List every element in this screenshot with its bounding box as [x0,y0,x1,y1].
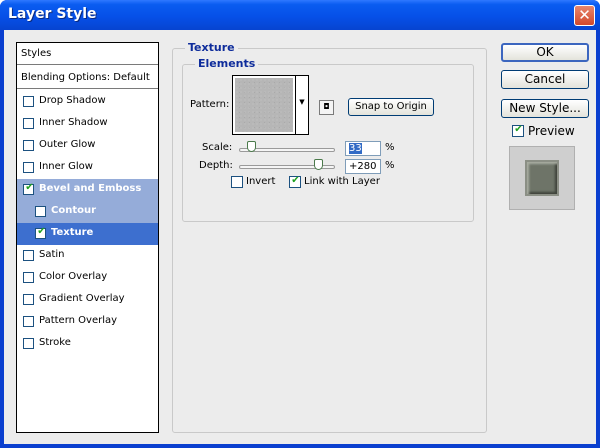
close-icon: ✕ [578,6,591,24]
scale-label: Scale: [202,142,233,153]
dialog-body: Styles Blending Options: Default Drop Sh… [4,30,596,444]
new-style-button[interactable]: New Style... [501,99,589,118]
style-item-bevel-and-emboss[interactable]: ✔ Bevel and Emboss [17,179,158,201]
new-preset-button[interactable]: ◘ [319,100,334,115]
blending-options-item[interactable]: Blending Options: Default [17,67,158,89]
elements-group-title: Elements [195,57,259,70]
stroke-checkbox[interactable] [23,338,34,349]
scale-unit: % [385,142,395,153]
contour-checkbox[interactable] [35,206,46,217]
styles-list: Styles Blending Options: Default Drop Sh… [16,42,159,433]
style-item-stroke[interactable]: Stroke [17,333,158,355]
outer-glow-checkbox[interactable] [23,140,34,151]
drop-shadow-checkbox[interactable] [23,96,34,107]
pattern-preview [235,78,293,132]
style-item-label: Satin [39,249,65,260]
link-with-layer-label: Link with Layer [304,176,380,187]
link-with-layer-checkbox[interactable]: ✔ [289,175,301,188]
depth-slider-thumb[interactable] [314,159,323,170]
pattern-label: Pattern: [190,99,230,110]
bevel-and-emboss-checkbox[interactable]: ✔ [23,182,34,195]
style-item-texture[interactable]: ✔ Texture [17,223,158,245]
preview-checkbox[interactable]: ✔ [512,124,524,137]
close-button[interactable]: ✕ [574,5,595,26]
styles-header[interactable]: Styles [17,43,158,65]
checkmark-icon: ✔ [514,124,523,135]
style-item-color-overlay[interactable]: Color Overlay [17,267,158,289]
checkmark-icon: ✔ [25,182,34,193]
checkmark-icon: ✔ [37,226,46,237]
style-item-label: Outer Glow [39,139,96,150]
triangle-down-icon: ▼ [299,98,305,106]
depth-label: Depth: [199,160,233,171]
style-item-outer-glow[interactable]: Outer Glow [17,135,158,157]
preview-label: Preview [528,124,575,138]
inner-shadow-checkbox[interactable] [23,118,34,129]
checkmark-icon: ✔ [291,175,300,186]
window-title: Layer Style [8,6,97,22]
scale-slider-thumb[interactable] [247,141,256,152]
style-item-label: Texture [51,227,94,238]
texture-checkbox[interactable]: ✔ [35,226,46,239]
depth-input[interactable]: +280 [345,159,381,174]
color-overlay-checkbox[interactable] [23,272,34,283]
style-item-satin[interactable]: Satin [17,245,158,267]
style-item-label: Color Overlay [39,271,108,282]
texture-group-title: Texture [185,41,238,54]
scale-value: 33 [349,143,362,154]
style-preview [509,146,575,210]
invert-checkbox[interactable] [231,176,243,188]
style-item-gradient-overlay[interactable]: Gradient Overlay [17,289,158,311]
new-page-icon: ◘ [323,102,330,111]
depth-unit: % [385,160,395,171]
style-item-label: Inner Shadow [39,117,108,128]
ok-button[interactable]: OK [501,43,589,62]
style-item-inner-glow[interactable]: Inner Glow [17,157,158,179]
invert-label: Invert [246,176,276,187]
pattern-picker-arrow[interactable]: ▼ [296,75,309,135]
style-item-label: Bevel and Emboss [39,183,142,194]
preview-swatch [525,160,559,196]
style-item-label: Contour [51,205,97,216]
style-item-label: Inner Glow [39,161,93,172]
pattern-swatch[interactable] [232,75,296,135]
style-item-contour[interactable]: Contour [17,201,158,223]
style-item-inner-shadow[interactable]: Inner Shadow [17,113,158,135]
style-item-label: Drop Shadow [39,95,106,106]
cancel-button[interactable]: Cancel [501,70,589,89]
inner-glow-checkbox[interactable] [23,162,34,173]
pattern-overlay-checkbox[interactable] [23,316,34,327]
snap-to-origin-button[interactable]: Snap to Origin [348,98,434,116]
style-item-label: Gradient Overlay [39,293,125,304]
gradient-overlay-checkbox[interactable] [23,294,34,305]
scale-input[interactable]: 33 [345,141,381,156]
layer-style-dialog: Layer Style ✕ Styles Blending Options: D… [0,0,600,448]
title-bar[interactable]: Layer Style ✕ [0,0,600,30]
satin-checkbox[interactable] [23,250,34,261]
style-item-pattern-overlay[interactable]: Pattern Overlay [17,311,158,333]
style-item-label: Stroke [39,337,71,348]
style-item-label: Pattern Overlay [39,315,118,326]
style-item-drop-shadow[interactable]: Drop Shadow [17,91,158,113]
depth-value: +280 [349,161,377,172]
